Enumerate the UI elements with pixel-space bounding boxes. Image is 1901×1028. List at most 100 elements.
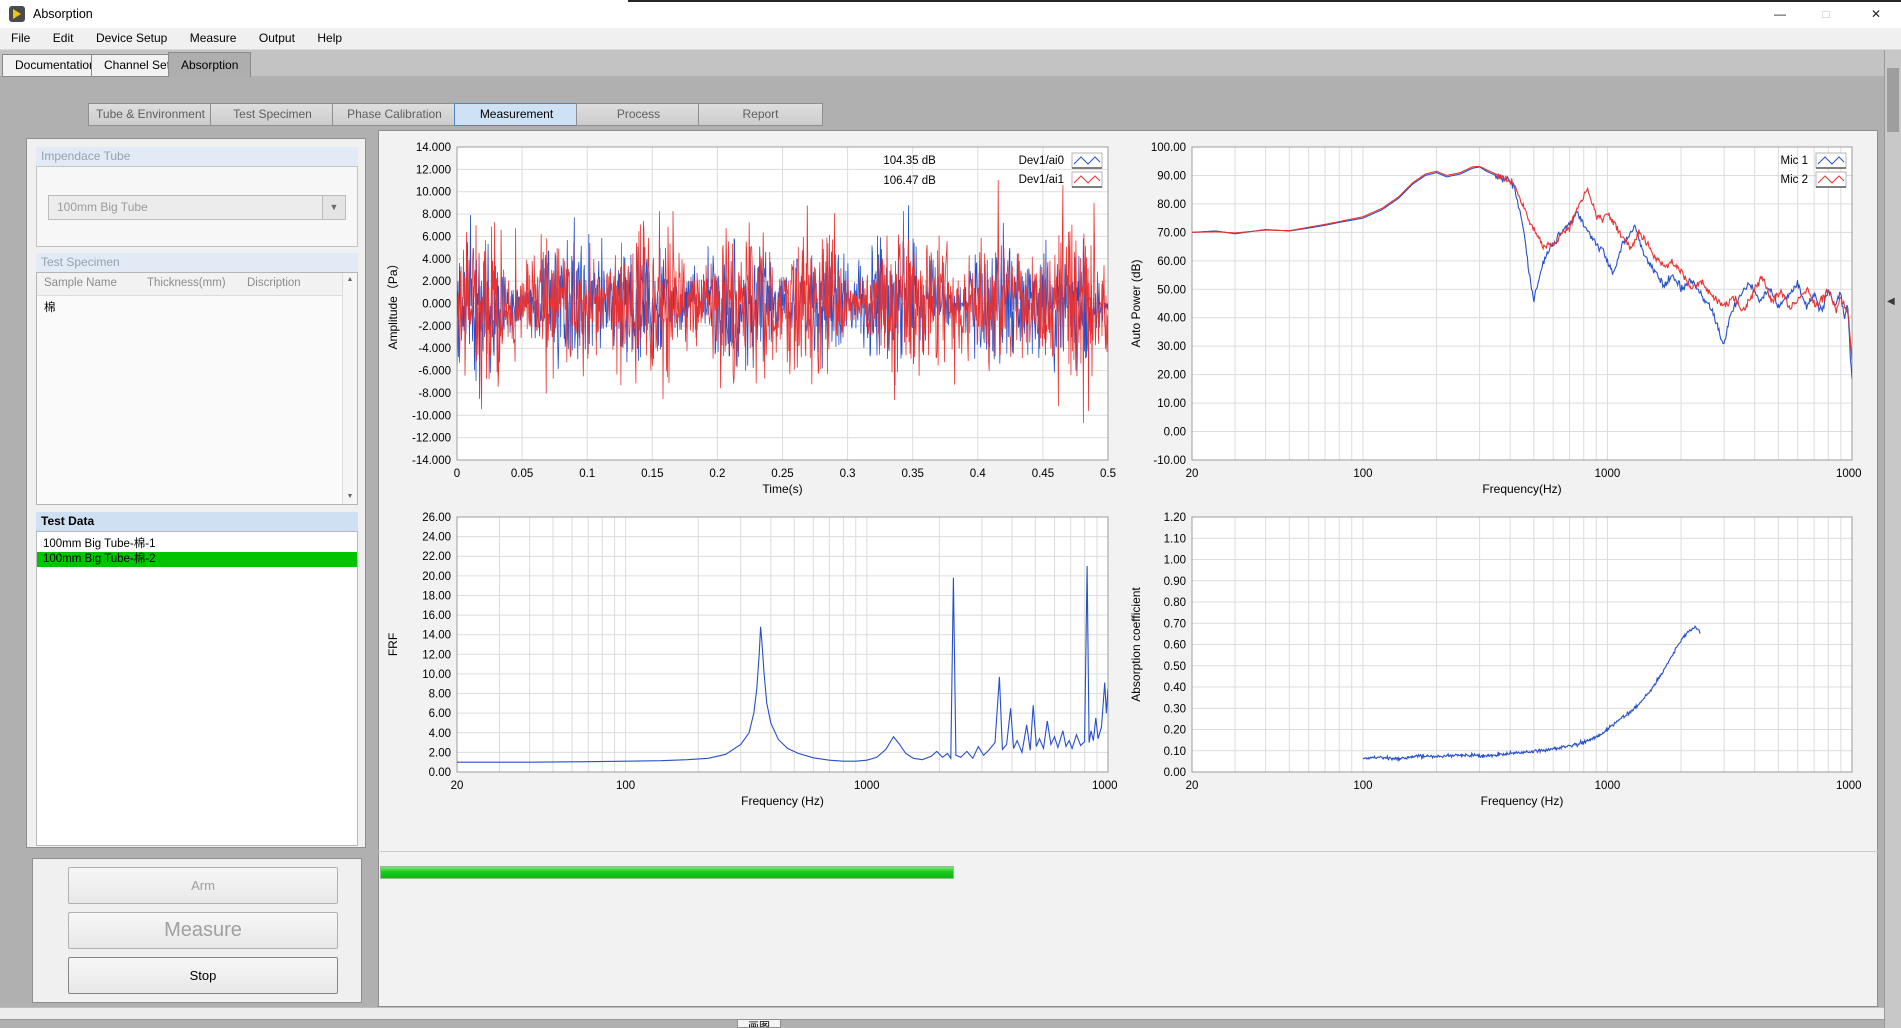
measure-button[interactable]: Measure xyxy=(68,912,338,949)
column-sample-name: Sample Name xyxy=(37,273,117,289)
maximize-button: □ xyxy=(1803,0,1849,28)
subtab-tube-environment[interactable]: Tube & Environment xyxy=(88,103,213,126)
svg-text:8.00: 8.00 xyxy=(429,689,451,701)
list-item[interactable]: 100mm Big Tube-棉-1 xyxy=(37,537,357,552)
menu-edit[interactable]: Edit xyxy=(44,28,83,50)
svg-text:20: 20 xyxy=(1186,780,1199,792)
svg-text:100: 100 xyxy=(616,780,635,792)
test-specimen-table: Sample Name Thickness(mm) Discription 棉 … xyxy=(36,272,358,505)
impedance-tube-dropdown[interactable]: 100mm Big Tube ▼ xyxy=(48,195,346,220)
svg-text:0.35: 0.35 xyxy=(902,468,924,480)
subtab-report[interactable]: Report xyxy=(698,103,823,126)
scroll-up-icon[interactable]: ▲ xyxy=(343,273,357,287)
progress-bar xyxy=(380,866,954,879)
svg-text:12.00: 12.00 xyxy=(422,649,451,661)
svg-text:-14.000: -14.000 xyxy=(412,455,451,467)
svg-text:1.00: 1.00 xyxy=(1164,555,1186,567)
svg-text:0.70: 0.70 xyxy=(1164,618,1186,630)
panel-collapse-arrow-icon[interactable]: ◀ xyxy=(1887,296,1895,307)
table-row[interactable]: 棉 xyxy=(37,295,343,312)
svg-text:1.20: 1.20 xyxy=(1164,512,1186,524)
svg-text:-6.000: -6.000 xyxy=(418,366,451,378)
absorption-coefficient-chart: 0.000.100.200.300.400.500.600.700.800.90… xyxy=(1128,505,1862,817)
table-scrollbar[interactable]: ▲ ▼ xyxy=(342,273,357,504)
test-specimen-table-header: Sample Name Thickness(mm) Discription xyxy=(37,273,343,296)
column-thickness: Thickness(mm) xyxy=(140,273,226,289)
menu-output[interactable]: Output xyxy=(250,28,304,50)
svg-text:Time(s): Time(s) xyxy=(762,482,802,496)
subtab-process[interactable]: Process xyxy=(576,103,701,126)
svg-text:6.00: 6.00 xyxy=(429,708,451,720)
svg-text:0.00: 0.00 xyxy=(1164,427,1186,439)
right-scrollbar[interactable]: ◀ xyxy=(1884,50,1901,1028)
svg-text:10000: 10000 xyxy=(1836,468,1862,480)
svg-text:80.00: 80.00 xyxy=(1157,199,1186,211)
svg-text:100: 100 xyxy=(1353,780,1372,792)
tab-absorption[interactable]: Absorption xyxy=(168,52,251,77)
svg-text:106.47 dB: 106.47 dB xyxy=(883,175,936,187)
svg-text:0.45: 0.45 xyxy=(1032,468,1054,480)
svg-text:4.00: 4.00 xyxy=(429,728,451,740)
svg-text:Frequency (Hz): Frequency (Hz) xyxy=(1481,794,1564,808)
scroll-down-icon[interactable]: ▼ xyxy=(343,490,357,504)
svg-text:0: 0 xyxy=(454,468,460,480)
svg-text:100: 100 xyxy=(1353,468,1372,480)
cell-thickness xyxy=(140,295,147,299)
svg-text:Dev1/ai0: Dev1/ai0 xyxy=(1019,155,1064,167)
arm-button[interactable]: Arm xyxy=(68,867,338,904)
svg-text:1000: 1000 xyxy=(854,780,880,792)
svg-text:Frequency(Hz): Frequency(Hz) xyxy=(1482,482,1561,496)
svg-text:14.00: 14.00 xyxy=(422,630,451,642)
svg-text:0.05: 0.05 xyxy=(511,468,533,480)
impedance-tube-header: Impendace Tube xyxy=(36,147,358,166)
svg-text:0.40: 0.40 xyxy=(1164,682,1186,694)
stop-button[interactable]: Stop xyxy=(68,957,338,994)
svg-text:Absorption coefficient: Absorption coefficient xyxy=(1129,587,1143,702)
chevron-down-icon[interactable]: ▼ xyxy=(322,196,345,219)
svg-text:40.00: 40.00 xyxy=(1157,313,1186,325)
right-scrollbar-thumb[interactable] xyxy=(1887,68,1899,132)
menu-help[interactable]: Help xyxy=(308,28,351,50)
svg-text:18.00: 18.00 xyxy=(422,590,451,602)
svg-text:20.00: 20.00 xyxy=(422,571,451,583)
minimize-button[interactable]: — xyxy=(1757,0,1803,28)
svg-text:0.5: 0.5 xyxy=(1100,468,1116,480)
svg-text:10.000: 10.000 xyxy=(416,187,451,199)
svg-text:90.00: 90.00 xyxy=(1157,170,1186,182)
svg-text:0.00: 0.00 xyxy=(429,767,451,779)
test-data-list: 100mm Big Tube-棉-1 100mm Big Tube-棉-2 xyxy=(36,531,358,846)
svg-text:20: 20 xyxy=(1186,468,1199,480)
subtab-phase-calibration[interactable]: Phase Calibration xyxy=(332,103,457,126)
svg-text:0.000: 0.000 xyxy=(422,299,451,311)
menu-device-setup[interactable]: Device Setup xyxy=(87,28,176,50)
subtab-test-specimen[interactable]: Test Specimen xyxy=(210,103,335,126)
auto-power-chart: -10.000.0010.0020.0030.0040.0050.0060.00… xyxy=(1128,135,1862,505)
svg-text:16.00: 16.00 xyxy=(422,610,451,622)
svg-text:22.00: 22.00 xyxy=(422,551,451,563)
svg-text:0.25: 0.25 xyxy=(771,468,793,480)
svg-text:0.80: 0.80 xyxy=(1164,597,1186,609)
svg-text:30.00: 30.00 xyxy=(1157,341,1186,353)
test-data-header: Test Data xyxy=(36,512,358,531)
svg-text:-10.000: -10.000 xyxy=(412,410,451,422)
bottom-tab-draw[interactable]: 画图 xyxy=(737,1019,781,1028)
svg-text:0.30: 0.30 xyxy=(1164,703,1186,715)
frf-chart: 0.002.004.006.008.0010.0012.0014.0016.00… xyxy=(385,505,1118,817)
subtab-measurement[interactable]: Measurement xyxy=(454,103,579,126)
window-title: Absorption xyxy=(33,7,93,21)
svg-text:-8.000: -8.000 xyxy=(418,388,451,400)
menu-measure[interactable]: Measure xyxy=(181,28,246,50)
list-item-selected[interactable]: 100mm Big Tube-棉-2 xyxy=(37,552,357,567)
svg-text:Mic 2: Mic 2 xyxy=(1781,174,1808,186)
svg-text:1000: 1000 xyxy=(1595,468,1621,480)
app-icon xyxy=(9,6,25,22)
close-button[interactable]: ✕ xyxy=(1853,0,1899,28)
menu-file[interactable]: File xyxy=(2,28,39,50)
svg-text:8.000: 8.000 xyxy=(422,209,451,221)
svg-text:Dev1/ai1: Dev1/ai1 xyxy=(1019,174,1064,186)
window-top-edge xyxy=(628,0,1901,2)
svg-text:20.00: 20.00 xyxy=(1157,370,1186,382)
svg-text:0.10: 0.10 xyxy=(1164,746,1186,758)
column-discription: Discription xyxy=(240,273,301,289)
svg-text:6.000: 6.000 xyxy=(422,231,451,243)
